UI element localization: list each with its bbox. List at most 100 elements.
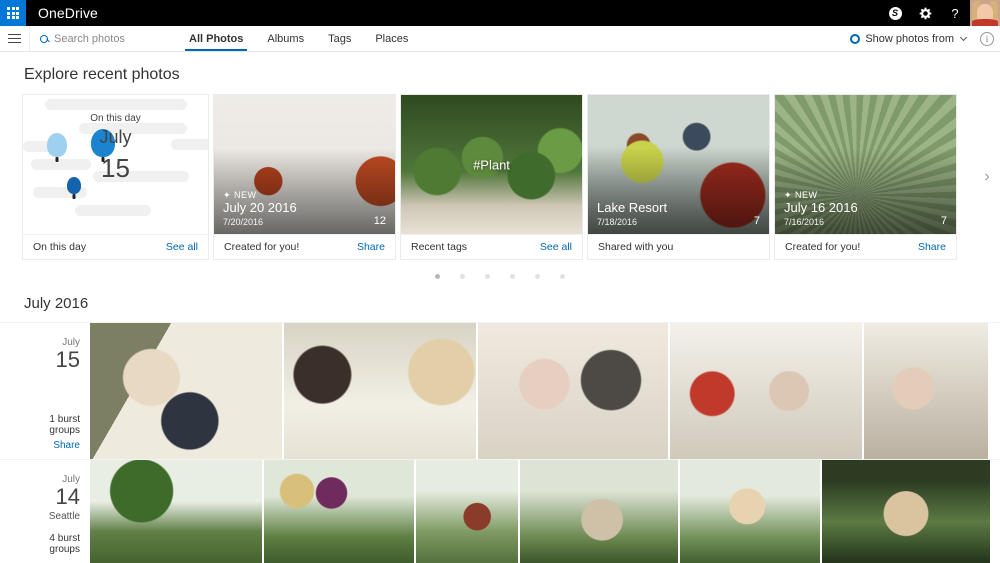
pager-dot-5[interactable] (535, 274, 540, 279)
avatar-shirt (972, 19, 998, 26)
day-number: 14 (55, 484, 80, 509)
on-this-day-day: 15 (101, 153, 130, 183)
photo-count-badge: 7 (940, 215, 947, 227)
carousel-next-button[interactable]: › (978, 163, 996, 191)
pager-dot-3[interactable] (485, 274, 490, 279)
pager-dot-1[interactable] (435, 274, 440, 279)
photo-tile[interactable] (680, 460, 820, 563)
card-title: July 20 2016 (223, 200, 297, 216)
card-footer-label: Created for you! (224, 241, 300, 253)
menu-button[interactable] (0, 26, 30, 51)
card-media[interactable]: #Plant (401, 95, 582, 234)
card-shared-with-you[interactable]: Lake Resort 7/18/2016 7 Shared with you (587, 94, 770, 260)
chevron-right-icon: › (984, 168, 990, 185)
card-recent-tags[interactable]: #Plant Recent tags See all (400, 94, 583, 260)
tab-tags[interactable]: Tags (316, 26, 363, 51)
card-media[interactable]: On this day July 15 (23, 95, 208, 234)
card-overlay-text: ✦ NEW July 16 2016 7/16/2016 (784, 190, 858, 227)
photo-tile[interactable] (284, 323, 476, 459)
card-footer: On this day See all (23, 234, 208, 259)
card-footer-label: Created for you! (785, 241, 861, 253)
new-badge: ✦ NEW (223, 190, 297, 200)
day-number: 15 (55, 347, 80, 372)
skype-icon: S (888, 6, 902, 20)
avatar[interactable] (970, 0, 1000, 26)
day-info-july-14: July 14 Seattle 4 burst groups (24, 460, 90, 563)
info-icon[interactable]: i (980, 31, 994, 46)
card-title: July 16 2016 (784, 200, 858, 216)
card-media[interactable]: Lake Resort 7/18/2016 7 (588, 95, 769, 234)
card-footer-label: Recent tags (411, 241, 468, 253)
explore-carousel: On this day July 15 On this day See all (0, 94, 1000, 260)
day-info-july-15: July 15 1 burst groups Share (24, 323, 90, 459)
photo-grid-row (90, 323, 1000, 459)
photo-tile[interactable] (670, 323, 862, 459)
card-footer: Created for you! Share (775, 234, 956, 259)
burst-groups-label: 1 burst groups (49, 414, 80, 436)
app-launcher-button[interactable] (0, 0, 26, 26)
card-media[interactable]: ✦ NEW July 20 2016 7/20/2016 12 (214, 95, 395, 234)
tab-all-photos[interactable]: All Photos (177, 26, 255, 51)
help-button[interactable]: ? (940, 0, 970, 26)
pager-dot-2[interactable] (460, 274, 465, 279)
command-bar: All Photos Albums Tags Places Show photo… (0, 26, 1000, 52)
card-footer: Created for you! Share (214, 234, 395, 259)
see-all-link[interactable]: See all (166, 241, 198, 253)
month-heading: July 2016 (24, 295, 89, 312)
pager-dot-6[interactable] (560, 274, 565, 279)
search-input[interactable] (54, 32, 155, 45)
search-icon (40, 34, 48, 43)
search-box[interactable] (30, 26, 155, 51)
timeline-day-row: July 14 Seattle 4 burst groups (0, 459, 1000, 563)
sparkle-icon: ✦ (784, 189, 793, 200)
card-footer: Recent tags See all (401, 234, 582, 259)
tag-label: #Plant (473, 157, 510, 172)
sparkle-icon: ✦ (223, 189, 232, 200)
new-badge-label: NEW (234, 190, 257, 201)
timeline-day-row: July 15 1 burst groups Share (0, 322, 1000, 459)
card-overlay-text: Lake Resort 7/18/2016 (597, 200, 667, 227)
page-body: Explore recent photos On this day July 1… (0, 52, 1000, 563)
command-bar-right: Show photos from i (842, 26, 1000, 51)
card-footer-label: Shared with you (598, 241, 674, 253)
page-title: Explore recent photos (24, 66, 180, 83)
share-link[interactable]: Share (53, 440, 80, 451)
show-photos-from-dropdown[interactable]: Show photos from (842, 33, 974, 45)
card-date: 7/16/2016 (784, 217, 825, 227)
card-footer: Shared with you (588, 234, 769, 259)
see-all-link[interactable]: See all (540, 241, 572, 253)
card-created-for-you-july-20[interactable]: ✦ NEW July 20 2016 7/20/2016 12 Created … (213, 94, 396, 260)
new-badge-label: NEW (795, 190, 818, 201)
show-photos-from-label: Show photos from (865, 32, 954, 45)
app-title: OneDrive (38, 5, 98, 21)
photo-tile[interactable] (90, 460, 262, 563)
on-this-day-label: On this day (90, 113, 141, 124)
photo-tile[interactable] (478, 323, 668, 459)
card-media[interactable]: ✦ NEW July 16 2016 7/16/2016 7 (775, 95, 956, 234)
photo-count-badge: 12 (373, 215, 386, 227)
skype-button[interactable]: S (880, 0, 910, 26)
card-footer-label: On this day (33, 241, 87, 253)
photo-tile[interactable] (416, 460, 518, 563)
photo-tile[interactable] (520, 460, 678, 563)
waffle-grid-icon (7, 7, 19, 19)
pager-dot-4[interactable] (510, 274, 515, 279)
on-this-day-month: July (99, 127, 132, 147)
card-on-this-day[interactable]: On this day July 15 On this day See all (22, 94, 209, 260)
tab-albums[interactable]: Albums (255, 26, 316, 51)
tab-places[interactable]: Places (363, 26, 420, 51)
suite-bar: OneDrive S ? (0, 0, 1000, 26)
gear-icon (919, 7, 931, 19)
settings-button[interactable] (910, 0, 940, 26)
share-link[interactable]: Share (918, 241, 946, 253)
on-this-day-illustration: On this day July 15 (23, 95, 208, 234)
photo-tile[interactable] (264, 460, 414, 563)
photo-tile[interactable] (864, 323, 988, 459)
photo-tile[interactable] (822, 460, 990, 563)
card-created-for-you-july-16[interactable]: ✦ NEW July 16 2016 7/16/2016 7 Created f… (774, 94, 957, 260)
chevron-down-icon (959, 33, 968, 42)
photo-tile[interactable] (90, 323, 282, 459)
share-link[interactable]: Share (357, 241, 385, 253)
day-location: Seattle (48, 511, 80, 523)
card-date: 7/18/2016 (597, 217, 638, 227)
